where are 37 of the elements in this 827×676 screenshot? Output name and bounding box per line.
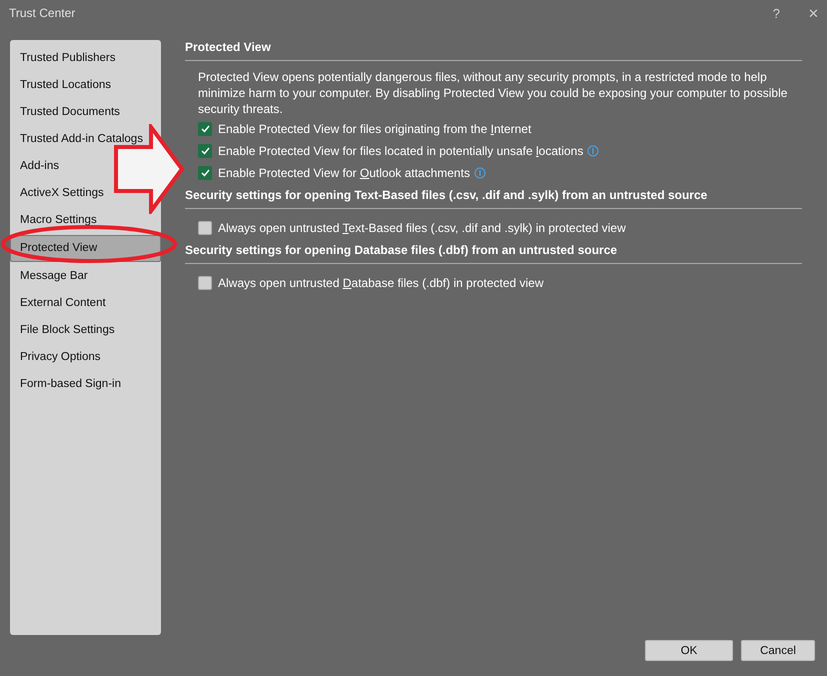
check-icon <box>200 169 210 177</box>
info-icon[interactable] <box>587 145 600 157</box>
sidebar-item[interactable]: Trusted Documents <box>20 105 120 120</box>
option-label: Enable Protected View for Outlook attachments <box>218 166 470 180</box>
sidebar-item[interactable]: Trusted Publishers <box>20 51 116 66</box>
sidebar-item[interactable]: Privacy Options <box>20 350 101 365</box>
sidebar-item[interactable]: File Block Settings <box>20 323 115 338</box>
section-heading: Security settings for opening Database files (.dbf) from an untrusted source <box>185 239 802 264</box>
sidebar-item[interactable]: Trusted Add-in Catalogs <box>20 132 143 147</box>
sidebar-item[interactable]: External Content <box>20 296 106 311</box>
checkbox[interactable] <box>198 276 212 290</box>
sidebar-item[interactable]: Message Bar <box>20 269 88 284</box>
sidebar-item[interactable]: Macro Settings <box>20 213 97 228</box>
option-label: Always open untrusted Text-Based files (.csv, .dif and .sylk) in protected view <box>218 221 626 235</box>
check-icon <box>200 125 210 133</box>
ellipse-annotation-icon <box>0 224 178 264</box>
option-label: Enable Protected View for files originating from the Internet <box>218 122 532 136</box>
option-label: Enable Protected View for files located in potentially unsafe locations <box>218 144 584 158</box>
cancel-button[interactable]: Cancel <box>741 640 815 661</box>
window-title: Trust Center <box>9 6 76 20</box>
section-heading: Security settings for opening Text-Based files (.csv, .dif and .sylk) from an untrusted source <box>185 184 802 209</box>
check-icon <box>200 147 210 155</box>
sidebar-item[interactable]: Trusted Locations <box>20 78 111 93</box>
checkbox[interactable] <box>198 166 212 180</box>
close-button[interactable]: ✕ <box>808 6 819 20</box>
section-heading: Protected View <box>185 40 802 61</box>
checkbox[interactable] <box>198 122 212 136</box>
sidebar-item[interactable]: Add-ins <box>20 159 59 174</box>
sidebar-item[interactable]: Form-based Sign-in <box>20 377 121 392</box>
checkbox[interactable] <box>198 221 212 235</box>
checkbox[interactable] <box>198 144 212 158</box>
sidebar-item[interactable]: ActiveX Settings <box>20 186 104 201</box>
help-button[interactable]: ? <box>772 6 780 20</box>
description: Protected View opens potentially dangerous files, without any security prompts, in a restricted mode to help minimize harm to your computer. By disabling Protected View you could be exposing your computer to possible security threats. <box>198 69 788 117</box>
option-label: Always open untrusted Database files (.dbf) in protected view <box>218 276 544 290</box>
ok-button[interactable]: OK <box>645 640 733 661</box>
info-icon[interactable] <box>474 167 486 179</box>
